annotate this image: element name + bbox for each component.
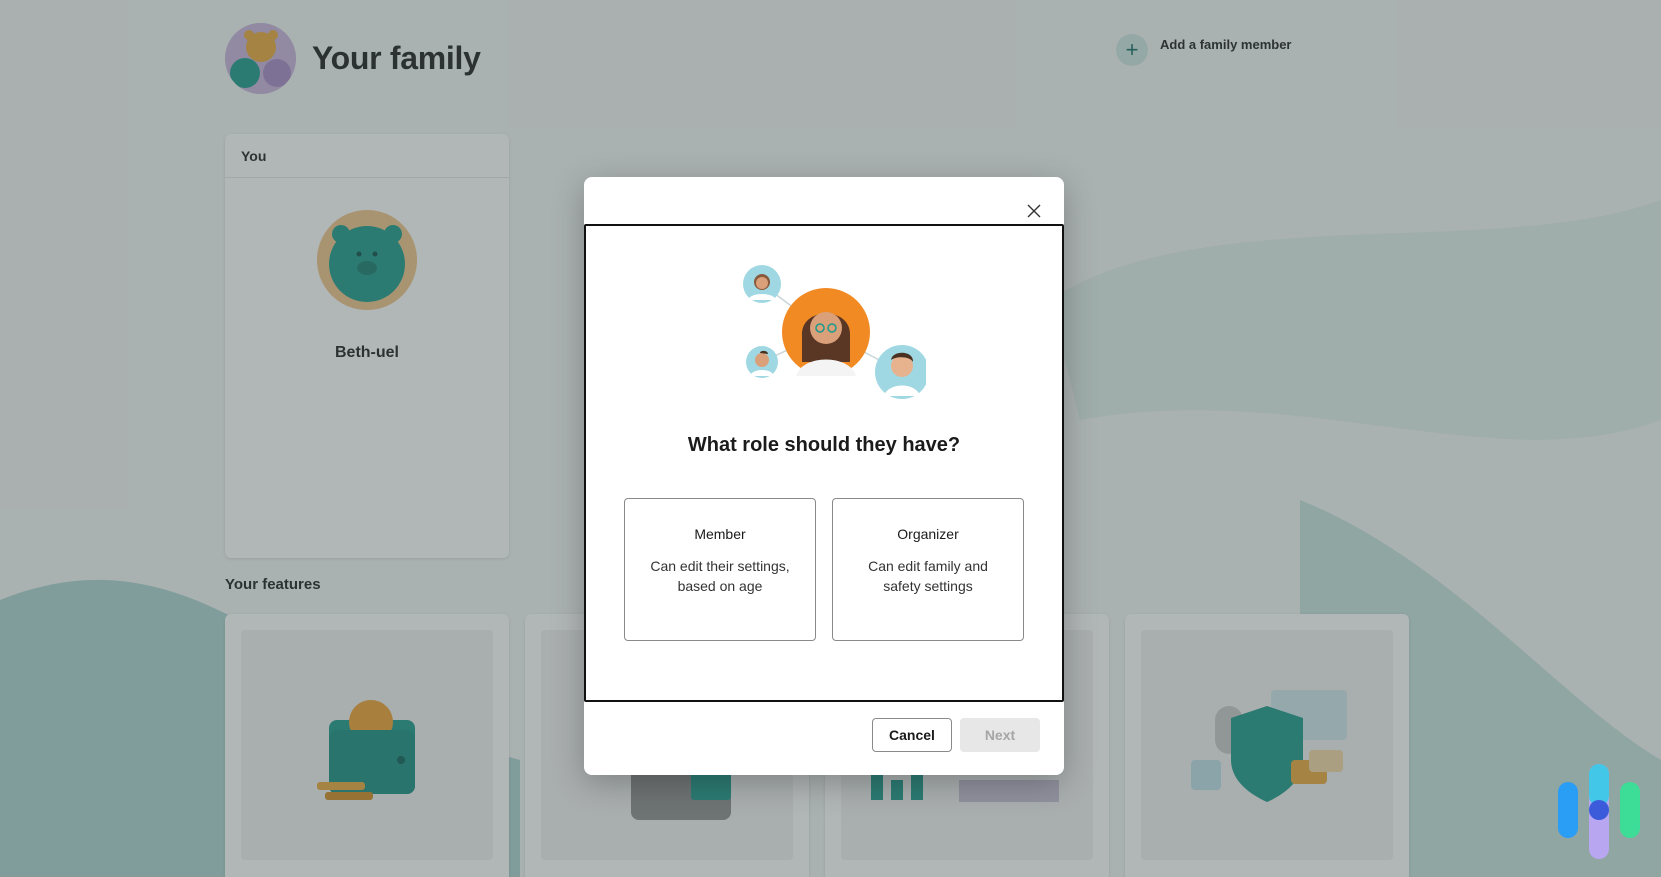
dialog-body: What role should they have? Member Can e… [584,224,1064,702]
cancel-button[interactable]: Cancel [872,718,952,752]
role-organizer-description: Can edit family and safety settings [868,558,988,594]
role-option-organizer[interactable]: Organizer Can edit family and safety set… [832,498,1024,641]
role-option-member[interactable]: Member Can edit their settings, based on… [624,498,816,641]
role-member-title: Member [694,526,746,542]
role-organizer-title: Organizer [897,526,959,542]
brand-logo [1558,764,1640,859]
next-button[interactable]: Next [960,718,1040,752]
role-question: What role should they have? [687,434,961,456]
role-dialog: What role should they have? Member Can e… [584,177,1064,775]
close-icon [1027,204,1041,218]
family-roles-illustration [743,265,926,399]
close-button[interactable] [1018,195,1050,227]
role-member-description: Can edit their settings, based on age [650,558,790,594]
